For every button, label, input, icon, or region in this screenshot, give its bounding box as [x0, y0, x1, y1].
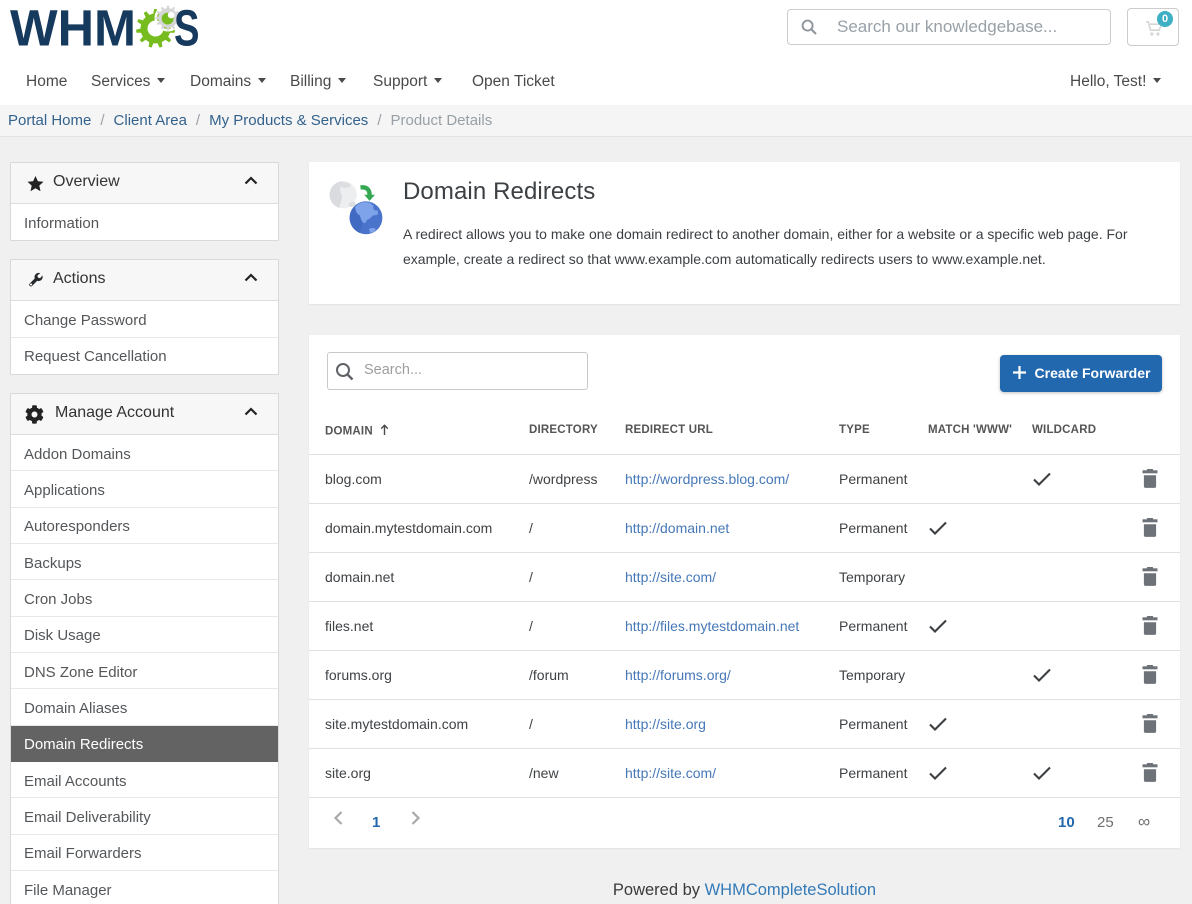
svg-text:S: S — [174, 5, 200, 55]
svg-text:WHM: WHM — [10, 5, 136, 55]
